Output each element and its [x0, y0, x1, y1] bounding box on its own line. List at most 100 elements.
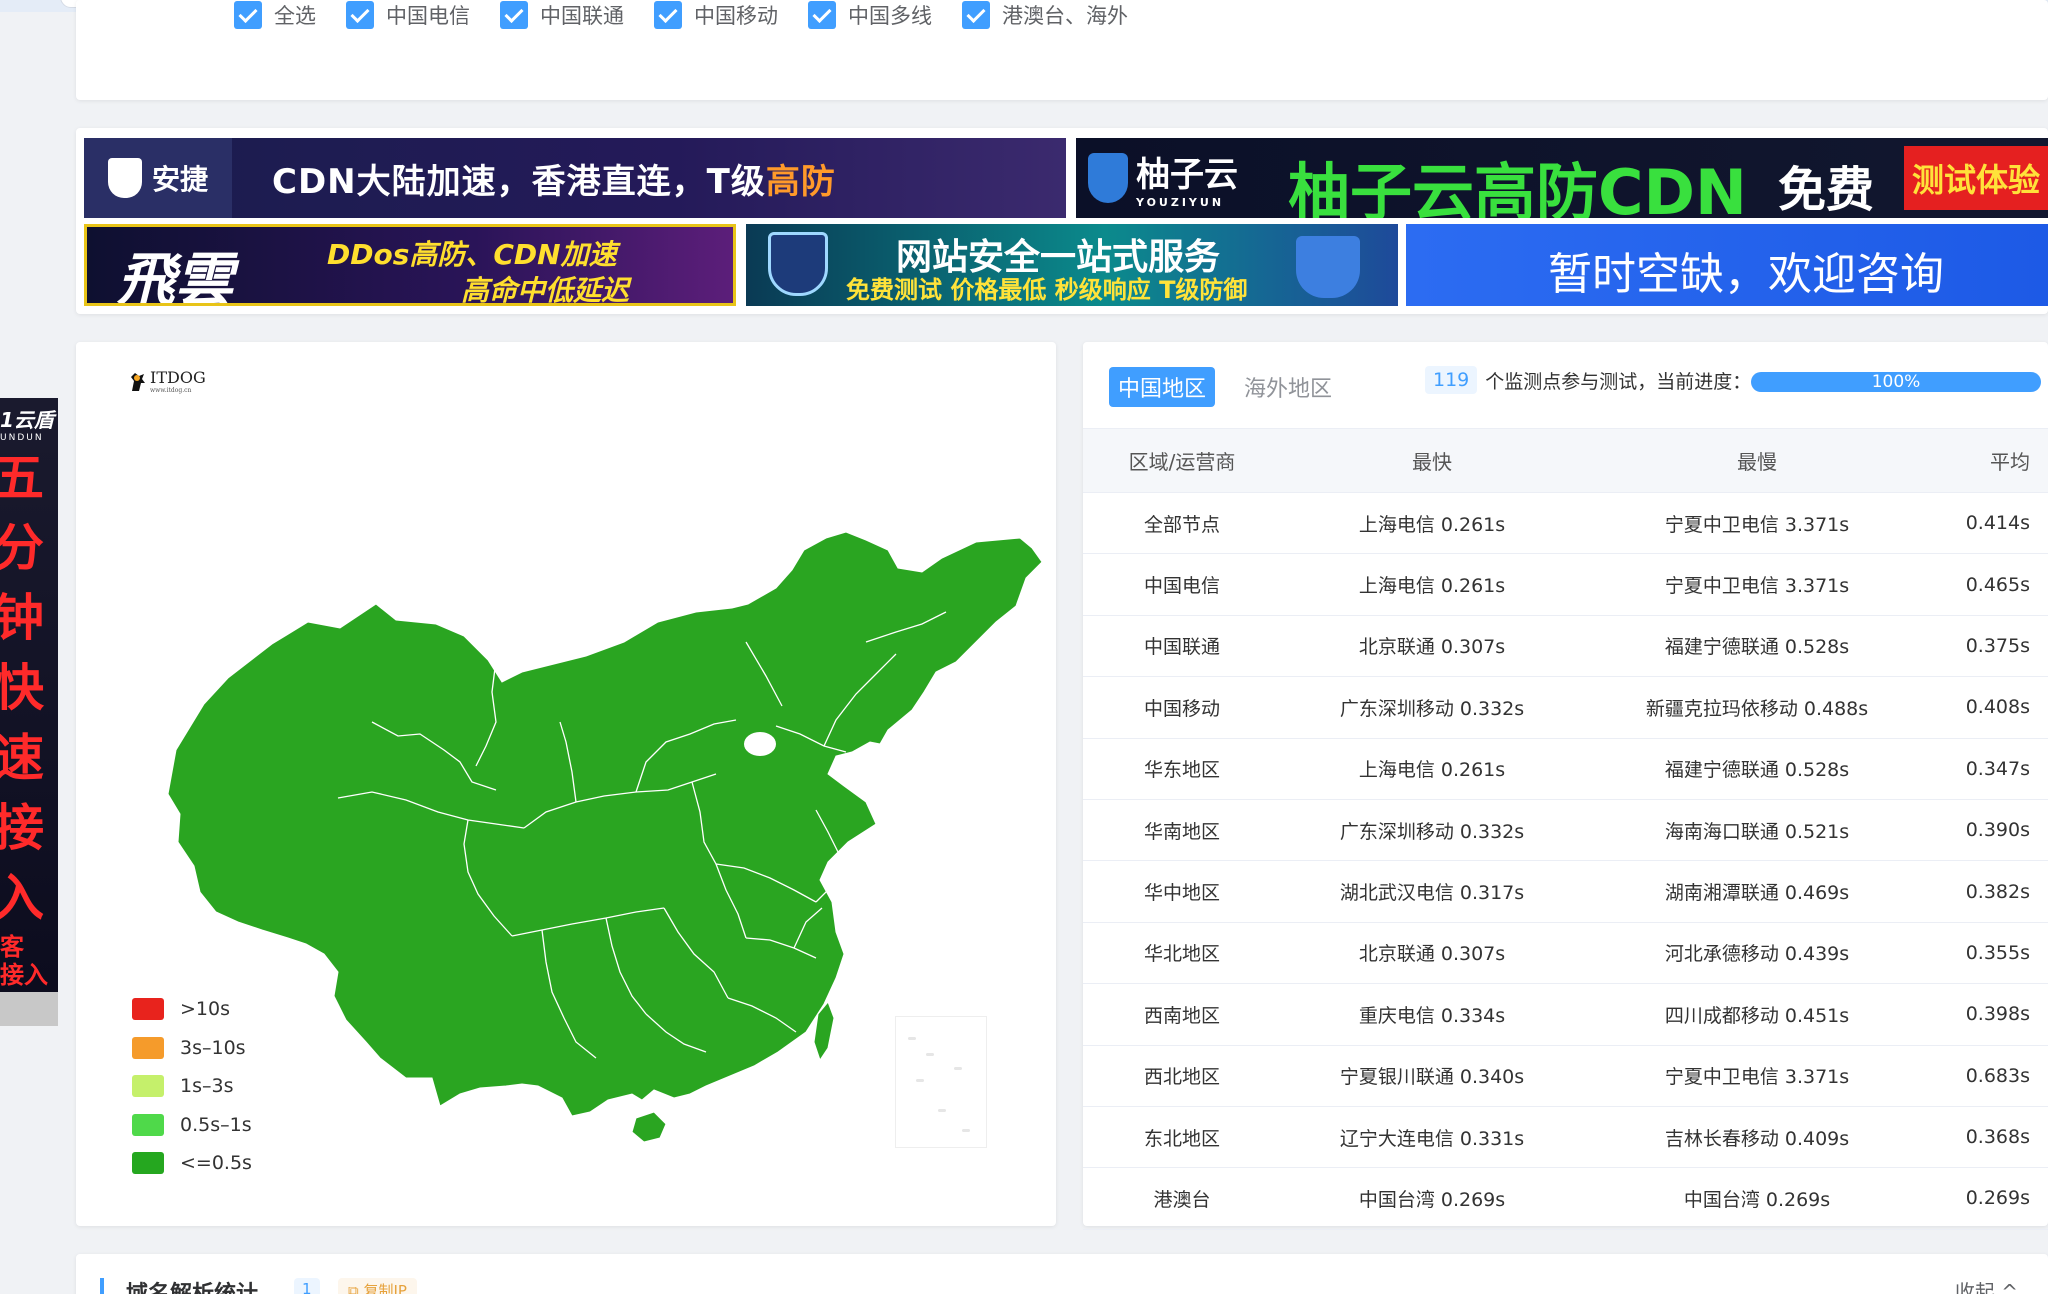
ad-banner-firebull[interactable]: 网站安全一站式服务 免费测试 价格最低 秒级响应 T级防御 — [746, 224, 1398, 306]
copy-icon: ⧉ — [348, 1282, 364, 1294]
filter-checkbox-telecom[interactable]: 中国电信 — [346, 1, 470, 29]
cell-region: 中国移动 — [1083, 676, 1281, 739]
table-row: 东北地区 辽宁大连电信 0.331s 吉林长春移动 0.409s 0.368s — [1083, 1106, 2048, 1169]
youziyun-brand-sub: YOUZIYUN — [1136, 196, 1225, 209]
side-ad-bottom: 客 — [0, 933, 24, 961]
node-count-badge: 119 — [1425, 366, 1478, 394]
side-ad-bottom: 接入 — [0, 961, 48, 989]
table-row: 中国联通 北京联通 0.307s 福建宁德联通 0.528s 0.375s — [1083, 615, 2048, 678]
chevron-up-icon: ^ — [2001, 1280, 2018, 1294]
copy-ip-button[interactable]: ⧉ 复制IP — [338, 1278, 417, 1294]
checkbox-checked-icon[interactable] — [500, 1, 528, 29]
legend-label: <=0.5s — [180, 1152, 252, 1175]
table-row: 中国电信 上海电信 0.261s 宁夏中卫电信 3.371s 0.465s — [1083, 553, 2048, 616]
table-row: 西南地区 重庆电信 0.334s 四川成都移动 0.451s 0.398s — [1083, 983, 2048, 1046]
cell-slowest: 海南海口联通 0.521s — [1583, 799, 1931, 862]
legend-swatch — [132, 1113, 164, 1136]
legend-label: >10s — [180, 998, 230, 1021]
bohai-sea — [744, 732, 776, 756]
cell-fastest: 广东深圳移动 0.332s — [1281, 799, 1583, 862]
island-mark — [908, 1037, 916, 1040]
checkbox-checked-icon[interactable] — [808, 1, 836, 29]
legend-label: 1s–3s — [180, 1075, 234, 1098]
island-mark — [926, 1053, 934, 1056]
ad-line-2: 免费测试 价格最低 秒级响应 T级防御 — [846, 276, 1248, 304]
filter-label: 中国移动 — [694, 4, 778, 28]
checkbox-checked-icon[interactable] — [654, 1, 682, 29]
ad-banner-feiyun[interactable]: 飛雲 DDos高防、CDN加速 高命中低延迟 — [84, 224, 736, 306]
checkbox-checked-icon[interactable] — [346, 1, 374, 29]
cell-fastest: 湖北武汉电信 0.317s — [1281, 860, 1583, 923]
cell-average: 0.683s — [1931, 1045, 2048, 1107]
side-ad-banner[interactable]: 1云盾 UNDUN 五 分 钟 快 速 接 入 客 接入 — [0, 398, 58, 992]
column-header-fastest: 最快 — [1281, 428, 1583, 493]
cell-average: 0.465s — [1931, 553, 2048, 616]
anjie-logo: 安捷 — [84, 138, 232, 218]
filter-checkbox-multiline[interactable]: 中国多线 — [808, 1, 932, 29]
checkbox-checked-icon[interactable] — [234, 1, 262, 29]
island-mark — [916, 1079, 924, 1082]
cell-fastest: 宁夏银川联通 0.340s — [1281, 1045, 1583, 1107]
cell-average: 0.355s — [1931, 922, 2048, 985]
legend-label: 0.5s–1s — [180, 1113, 252, 1136]
ad-banner-vacant[interactable]: 暂时空缺，欢迎咨询 — [1406, 224, 2048, 306]
ad-banner-card: 安捷 CDN大陆加速，香港直连，T级高防 柚子云 YOUZIYUN 柚子云高防CD… — [76, 128, 2048, 314]
south-sea-islands-inset — [895, 1016, 987, 1148]
filter-label: 港澳台、海外 — [1002, 4, 1128, 28]
side-ad-char: 钟 — [0, 589, 44, 647]
cell-fastest: 上海电信 0.261s — [1281, 492, 1583, 555]
legend-swatch — [132, 1036, 164, 1059]
side-ad-char: 接 — [0, 799, 44, 857]
cell-slowest: 湖南湘潭联通 0.469s — [1583, 860, 1931, 923]
cell-region: 港澳台 — [1083, 1167, 1281, 1230]
cell-fastest: 北京联通 0.307s — [1281, 615, 1583, 678]
column-header-region: 区域/运营商 — [1083, 428, 1281, 493]
side-ad-char: 快 — [0, 659, 44, 717]
tab-china[interactable]: 中国地区 — [1109, 367, 1216, 407]
filter-checkbox-unicom[interactable]: 中国联通 — [500, 1, 624, 29]
cell-region: 西北地区 — [1083, 1045, 1281, 1107]
checkbox-checked-icon[interactable] — [962, 1, 990, 29]
anjie-logo-text: 安捷 — [151, 163, 208, 196]
table-row: 华北地区 北京联通 0.307s 河北承德移动 0.439s 0.355s — [1083, 922, 2048, 985]
filter-card: 全选 中国电信 中国联通 中国移动 中国多线 港澳台、海外 — [76, 0, 2048, 100]
ad-banner-anjie[interactable]: 安捷 CDN大陆加速，香港直连，T级高防 — [84, 138, 1066, 218]
shield-icon — [107, 158, 142, 198]
legend-swatch — [132, 1152, 164, 1175]
cell-slowest: 四川成都移动 0.451s — [1583, 983, 1931, 1046]
dns-count-badge: 1 — [294, 1278, 320, 1294]
side-ad-tail — [0, 992, 58, 1026]
filter-checkbox-overseas[interactable]: 港澳台、海外 — [962, 1, 1128, 29]
island-mark — [962, 1129, 970, 1132]
filter-label: 中国多线 — [848, 4, 932, 28]
filter-checkbox-all[interactable]: 全选 — [234, 1, 316, 29]
filter-checkbox-mobile[interactable]: 中国移动 — [654, 1, 778, 29]
filter-label: 全选 — [274, 4, 316, 28]
ad-headline: 柚子云高防CDN — [1288, 156, 1747, 218]
column-header-slowest: 最慢 — [1583, 428, 1931, 493]
table-row: 华南地区 广东深圳移动 0.332s 海南海口联通 0.521s 0.390s — [1083, 799, 2048, 862]
section-accent-bar — [100, 1278, 104, 1294]
legend-swatch — [132, 998, 164, 1021]
dns-section-title: 域名解析统计 — [126, 1276, 258, 1294]
legend-item: 1s–3s — [132, 1067, 252, 1106]
table-row: 华中地区 湖北武汉电信 0.317s 湖南湘潭联通 0.469s 0.382s — [1083, 860, 2048, 923]
cell-region: 东北地区 — [1083, 1106, 1281, 1169]
progress-label: 个监测点参与测试，当前进度： — [1485, 370, 1752, 393]
tab-overseas[interactable]: 海外地区 — [1235, 367, 1341, 407]
cell-slowest: 吉林长春移动 0.409s — [1583, 1106, 1931, 1169]
ad-banner-youziyun[interactable]: 柚子云 YOUZIYUN 柚子云高防CDN 免费 测试体验 — [1076, 138, 2048, 218]
cell-fastest: 北京联通 0.307s — [1281, 922, 1583, 985]
cell-slowest: 宁夏中卫电信 3.371s — [1583, 492, 1931, 555]
map-legend: >10s 3s–10s 1s–3s 0.5s–1s <=0.5s — [132, 990, 252, 1183]
filter-label: 中国电信 — [386, 4, 470, 28]
cell-average: 0.375s — [1931, 615, 2048, 678]
cell-region: 中国联通 — [1083, 615, 1281, 678]
side-ad-char: 五 — [0, 449, 44, 507]
shield-icon — [768, 232, 828, 296]
side-ad-header: 1云盾 — [0, 408, 54, 432]
cell-fastest: 重庆电信 0.334s — [1281, 983, 1583, 1046]
collapse-button[interactable]: 收起 ^ — [1955, 1276, 2018, 1294]
island-mark — [954, 1067, 962, 1070]
cell-average: 0.398s — [1931, 983, 2048, 1046]
